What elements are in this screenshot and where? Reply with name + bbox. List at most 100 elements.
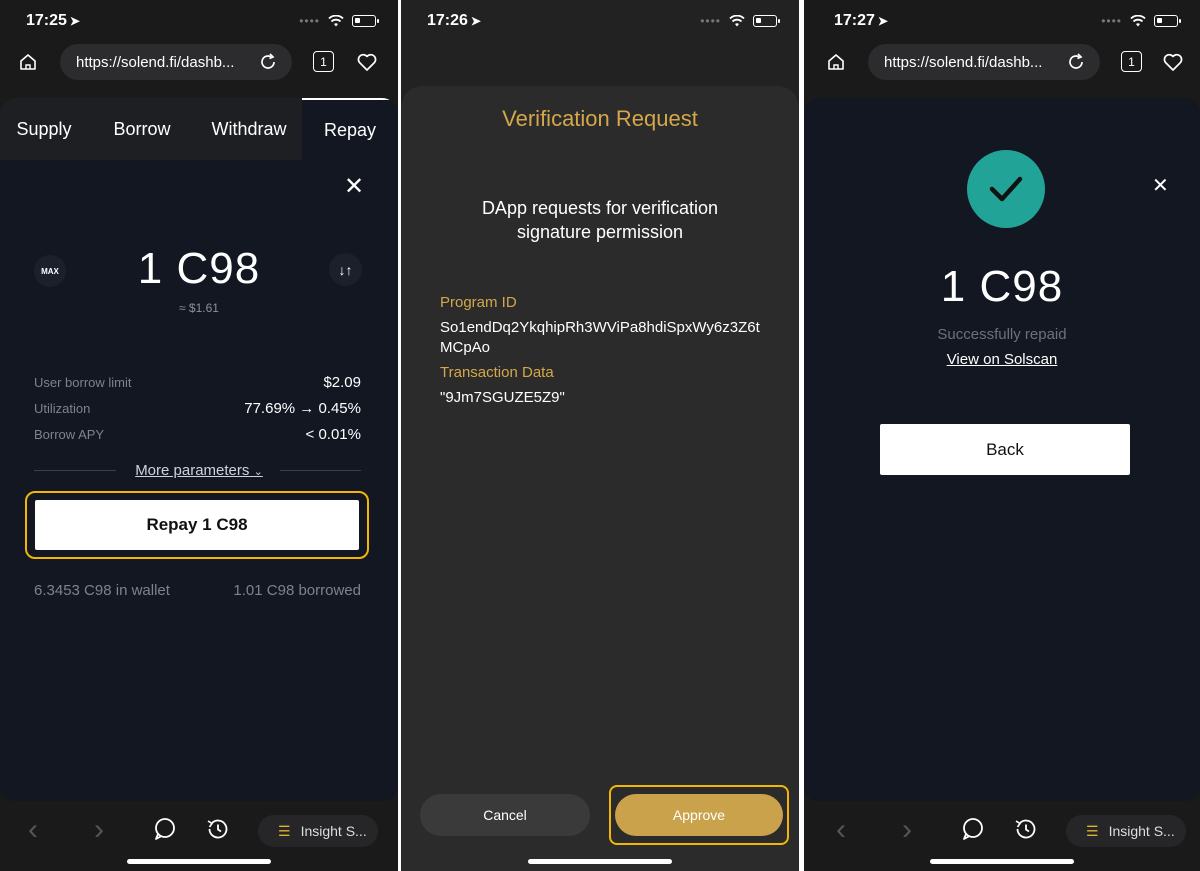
transaction-data-value: "9Jm7SGUZE5Z9" [440,389,565,406]
repaid-amount: 1 C98 [940,262,1064,311]
back-button[interactable]: Back [880,424,1130,475]
insight-label: Insight S... [300,823,367,839]
stat-row-borrow-apy: Borrow APY < 0.01% [34,426,361,443]
wallet-info: 6.3453 C98 in wallet 1.01 C98 borrowed [34,582,361,599]
screen-repay-success: 17:27 ➤ •••• https://solend.fi/dashb... 1… [804,0,1200,871]
signal-dots-icon: •••• [299,14,320,28]
screen-verification-request: 17:26 ➤ •••• Verification Request DApp re… [401,0,799,871]
stat-value: 77.69% → 0.45% [244,400,361,417]
home-indicator [528,859,672,864]
home-icon[interactable] [18,52,38,72]
home-icon[interactable] [826,52,846,72]
url-text: https://solend.fi/dashb... [76,53,235,71]
verification-sheet: Verification Request DApp requests for v… [401,86,799,871]
heart-icon[interactable] [1162,51,1184,73]
program-id-label: Program ID [440,294,517,311]
history-icon[interactable] [205,816,231,842]
checkmark-icon [989,176,1023,202]
insight-label: Insight S... [1108,823,1175,839]
browser-bar: https://solend.fi/dashb... 1 [0,44,398,80]
signal-dots-icon: •••• [700,14,721,28]
reload-icon[interactable] [1066,52,1086,72]
cancel-button[interactable]: Cancel [420,794,590,836]
wifi-icon [328,15,344,27]
tab-count: 1 [320,54,327,69]
chevron-down-icon: ⌄ [253,466,263,478]
screen-repay-form: 17:25 ➤ •••• https://solend.fi/dashb... 1… [0,0,398,871]
insight-icon: ☰ [278,822,291,839]
tab-supply[interactable]: Supply [0,98,88,160]
location-arrow-icon: ➤ [877,14,888,28]
usd-value: ≈ $1.61 [179,301,219,315]
success-card: ✕ 1 C98 Successfully repaid View on Sols… [804,98,1200,801]
solscan-link[interactable]: View on Solscan [804,351,1200,368]
wifi-icon [1130,15,1146,27]
wallet-balance: 6.3453 C98 in wallet [34,582,170,599]
tabs-icon[interactable]: 1 [1121,51,1142,72]
swap-icon[interactable]: ↓↑ [329,253,362,286]
stat-value: < 0.01% [305,426,361,443]
stat-label: Borrow APY [34,427,105,442]
insight-button[interactable]: ☰ Insight S... [1066,815,1186,847]
more-parameters-link[interactable]: More parameters ⌄ [0,462,398,479]
url-field[interactable]: https://solend.fi/dashb... [60,44,292,80]
battery-icon [352,15,379,27]
status-time: 17:27 ➤ [834,12,888,29]
chat-icon[interactable] [960,816,986,842]
close-icon[interactable]: ✕ [344,175,364,199]
repay-button-highlight: Repay 1 C98 [25,491,369,559]
wifi-icon [729,15,745,27]
tab-borrow[interactable]: Borrow [88,98,196,160]
forward-arrow-icon[interactable]: › [94,813,104,847]
battery-icon [1154,15,1181,27]
browser-bar: https://solend.fi/dashb... 1 [804,44,1200,80]
heart-icon[interactable] [356,51,378,73]
program-id-value: So1endDq2YkqhipRh3WViPa8hdiSpxWy6z3Z6tMC… [440,319,760,356]
sheet-description: DApp requests for verification signature… [481,198,719,242]
repay-card: Supply Borrow Withdraw Repay ✕ MAX 1 C98… [0,98,398,801]
status-time: 17:25 ➤ [26,12,80,29]
location-arrow-icon: ➤ [470,14,481,28]
chat-icon[interactable] [152,816,178,842]
url-text: https://solend.fi/dashb... [884,53,1043,71]
tab-repay[interactable]: Repay [302,98,398,160]
tab-withdraw[interactable]: Withdraw [196,98,302,160]
history-icon[interactable] [1013,816,1039,842]
approve-button[interactable]: Approve [615,794,783,836]
sheet-title: Verification Request [502,106,698,131]
tab-count: 1 [1128,54,1135,69]
repay-button[interactable]: Repay 1 C98 [35,500,359,550]
home-indicator [127,859,271,864]
stat-row-borrow-limit: User borrow limit $2.09 [34,374,361,391]
url-field[interactable]: https://solend.fi/dashb... [868,44,1100,80]
status-time: 17:26 ➤ [427,12,481,29]
status-bar: 17:27 ➤ •••• [804,0,1200,44]
success-message: Successfully repaid [937,326,1067,343]
close-icon[interactable]: ✕ [1152,176,1169,196]
back-arrow-icon[interactable]: ‹ [836,813,846,847]
battery-icon [753,15,780,27]
status-bar: 17:25 ➤ •••• [0,0,398,44]
stat-label: Utilization [34,401,91,416]
borrowed-amount: 1.01 C98 borrowed [233,582,361,599]
stat-value: $2.09 [323,374,361,391]
status-bar: 17:26 ➤ •••• [401,0,799,44]
success-badge [967,150,1045,228]
back-arrow-icon[interactable]: ‹ [28,813,38,847]
browser-toolbar: ‹ › ☰ Insight S... [0,801,398,871]
forward-arrow-icon[interactable]: › [902,813,912,847]
tabs-icon[interactable]: 1 [313,51,334,72]
home-indicator [930,859,1074,864]
signal-dots-icon: •••• [1101,14,1122,28]
stat-row-utilization: Utilization 77.69% → 0.45% [34,400,361,417]
browser-toolbar: ‹ › ☰ Insight S... [804,801,1200,871]
location-arrow-icon: ➤ [69,14,80,28]
action-tabs: Supply Borrow Withdraw Repay [0,98,398,160]
insight-button[interactable]: ☰ Insight S... [258,815,378,847]
insight-icon: ☰ [1086,822,1099,839]
more-parameters-label: More parameters [135,462,250,479]
approve-button-highlight: Approve [609,785,789,845]
transaction-data-label: Transaction Data [440,364,554,381]
stat-label: User borrow limit [34,375,132,390]
reload-icon[interactable] [258,52,278,72]
